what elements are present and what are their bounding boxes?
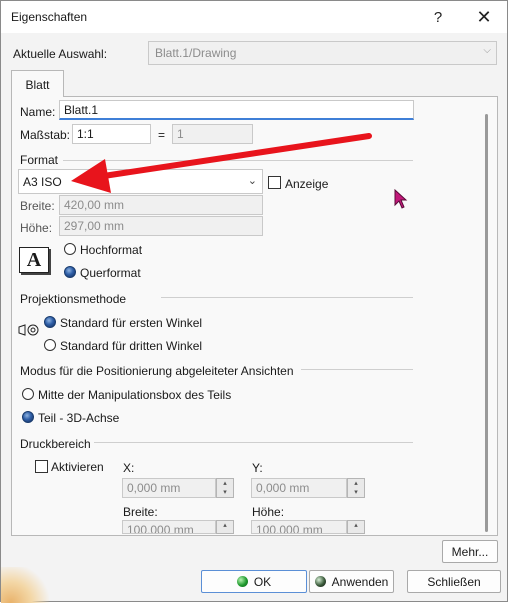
help-icon: ?	[433, 8, 443, 26]
y-label: Y:	[252, 461, 263, 475]
height-value: 297,00 mm	[64, 219, 125, 233]
current-selection-value: Blatt.1/Drawing	[155, 46, 237, 60]
spin-down-icon: ▾	[223, 489, 227, 496]
scale-value: 1:1	[77, 127, 94, 141]
axis-label: Teil - 3D-Achse	[38, 411, 120, 425]
current-selection-combo[interactable]: Blatt.1/Drawing ⌵	[148, 41, 497, 65]
format-value: A3 ISO	[23, 175, 62, 189]
y-value: 0,000 mm	[256, 481, 310, 495]
first-angle-radio[interactable]	[44, 316, 56, 328]
x-label: X:	[123, 461, 135, 475]
scale-label: Maßstab:	[20, 128, 71, 142]
activate-checkbox[interactable]	[35, 460, 48, 473]
name-label: Name:	[20, 105, 56, 119]
display-checkbox[interactable]	[268, 176, 281, 189]
scale-input[interactable]: 1:1	[72, 124, 151, 144]
print-height-value: 100,000 mm	[256, 523, 323, 534]
tab-blatt-label: Blatt	[25, 78, 50, 92]
print-height-label: Höhe:	[252, 505, 285, 519]
projection-section-title: Projektionsmethode	[20, 292, 127, 306]
print-width-value: 100,000 mm	[127, 523, 194, 534]
scale-result-value: 1	[177, 127, 184, 141]
projection-symbol-icon	[18, 324, 39, 336]
landscape-radio[interactable]	[64, 266, 76, 278]
width-field: 420,00 mm	[59, 195, 263, 215]
equals-sign: =	[158, 128, 166, 142]
current-selection-label: Aktuelle Auswahl:	[13, 47, 108, 61]
title-bar: Eigenschaften ? ✕	[1, 1, 507, 33]
apply-button-label: Anwenden	[331, 574, 389, 589]
axis-radio[interactable]	[22, 411, 34, 423]
ok-button-label: OK	[253, 574, 272, 589]
display-label: Anzeige	[285, 177, 329, 191]
print-width-spinner[interactable]: ▴	[216, 520, 234, 534]
x-value: 0,000 mm	[127, 481, 181, 495]
corner-decoration	[1, 567, 49, 603]
print-width-field: 100,000 mm	[122, 520, 216, 534]
x-spinner[interactable]: ▴ ▾	[216, 478, 234, 498]
spin-down-icon: ▾	[354, 489, 358, 496]
tab-blatt[interactable]: Blatt	[11, 70, 64, 97]
apply-status-icon	[314, 576, 326, 587]
orientation-a-icon: A	[19, 247, 49, 273]
name-input[interactable]: Blatt.1	[59, 100, 414, 120]
properties-dialog: Eigenschaften ? ✕ Aktuelle Auswahl: Blat…	[0, 0, 508, 603]
close-button-label: Schließen	[427, 574, 481, 589]
panel-scrollbar[interactable]	[485, 114, 488, 532]
format-section-title: Format	[20, 153, 59, 167]
center-box-radio[interactable]	[22, 388, 34, 400]
height-field: 297,00 mm	[59, 216, 263, 236]
landscape-label: Querformat	[80, 266, 141, 280]
format-divider	[63, 160, 413, 161]
width-value: 420,00 mm	[64, 198, 125, 212]
spin-up-icon: ▴	[223, 522, 227, 529]
window-title: Eigenschaften	[11, 10, 88, 24]
print-height-field: 100,000 mm	[251, 520, 347, 534]
close-icon: ✕	[476, 6, 492, 27]
portrait-label: Hochformat	[80, 243, 143, 257]
ok-button[interactable]: OK	[201, 570, 307, 593]
third-angle-label: Standard für dritten Winkel	[60, 339, 203, 353]
height-label: Höhe:	[20, 221, 53, 235]
mouse-cursor-icon	[394, 189, 408, 209]
chevron-down-icon: ⌵	[483, 45, 491, 56]
third-angle-radio[interactable]	[44, 339, 56, 351]
chevron-down-icon: ⌄	[247, 175, 257, 187]
more-button-label: Mehr...	[451, 544, 489, 559]
format-dropdown[interactable]: A3 ISO ⌄	[18, 169, 263, 194]
scale-result-field: 1	[172, 124, 253, 144]
activate-label: Aktivieren	[51, 460, 104, 474]
positioning-section-title: Modus für die Positionierung abgeleitete…	[20, 364, 294, 378]
width-label: Breite:	[20, 199, 55, 213]
portrait-radio[interactable]	[64, 243, 76, 255]
name-value: Blatt.1	[64, 103, 99, 117]
spin-up-icon: ▴	[354, 522, 358, 529]
center-box-label: Mitte der Manipulationsbox des Teils	[38, 388, 232, 402]
close-window-button[interactable]: ✕	[461, 1, 507, 33]
first-angle-label: Standard für ersten Winkel	[60, 316, 203, 330]
help-button[interactable]: ?	[415, 1, 461, 33]
y-field: 0,000 mm	[251, 478, 347, 498]
more-button[interactable]: Mehr...	[442, 540, 498, 563]
print-area-divider	[94, 442, 413, 443]
print-width-label: Breite:	[123, 505, 158, 519]
ok-status-icon	[236, 576, 248, 587]
spin-up-icon: ▴	[223, 480, 227, 487]
spin-up-icon: ▴	[354, 480, 358, 487]
print-area-section-title: Druckbereich	[20, 437, 91, 451]
apply-button[interactable]: Anwenden	[309, 570, 394, 593]
positioning-divider	[301, 369, 413, 370]
close-button[interactable]: Schließen	[407, 570, 501, 593]
x-field: 0,000 mm	[122, 478, 216, 498]
print-height-spinner[interactable]: ▴	[347, 520, 365, 534]
y-spinner[interactable]: ▴ ▾	[347, 478, 365, 498]
projection-divider	[161, 297, 413, 298]
